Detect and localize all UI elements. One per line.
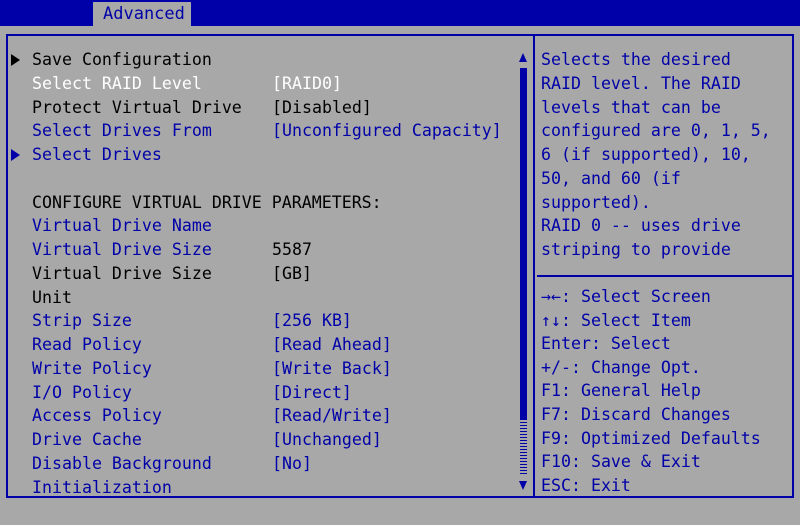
setting-value[interactable]: [256 KB] (272, 310, 352, 332)
setting-value[interactable]: [Unconfigured Capacity] (272, 120, 502, 142)
scrollbar[interactable] (520, 68, 527, 476)
setting-value[interactable]: [Write Back] (272, 358, 392, 380)
key-legend-line: +/-: Change Opt. (541, 357, 701, 377)
setting-row[interactable]: Save Configuration (0, 49, 515, 71)
setting-label: CONFIGURE VIRTUAL DRIVE PARAMETERS: (32, 192, 382, 212)
setting-row[interactable]: Read Policy [Read Ahead] (0, 334, 515, 356)
help-text-line: configured are 0, 1, 5, (541, 121, 771, 141)
key-legend-line: ESC: Exit (541, 475, 631, 495)
key-legend-line: F1: General Help (541, 381, 701, 401)
setting-value[interactable]: [Direct] (272, 382, 352, 404)
scroll-down-arrow-icon[interactable] (519, 481, 527, 490)
help-text-line: RAID 0 -- uses drive (541, 216, 741, 236)
setting-label: Virtual Drive Size (32, 240, 212, 259)
scrollbar-filled (520, 68, 527, 419)
help-text-line: 6 (if supported), 10, (541, 145, 751, 164)
setting-row[interactable]: Select Drives (0, 144, 515, 166)
setting-label: Virtual Drive Name (32, 216, 212, 236)
setting-value[interactable]: [Disabled] (272, 97, 372, 119)
setting-label: Write Policy (32, 358, 152, 378)
setting-label: Save Configuration (32, 50, 212, 69)
setting-value[interactable]: [Unchanged] (272, 429, 382, 451)
setting-label: Read Policy (32, 335, 142, 354)
scrollbar-thumb[interactable] (520, 419, 527, 476)
setting-label: Access Policy (32, 406, 162, 426)
setting-row (0, 168, 515, 190)
setting-row: Protect Virtual Drive [Disabled] (0, 97, 515, 119)
key-legend-line: F10: Save & Exit (541, 452, 701, 472)
help-text-line: striping to provide (541, 240, 731, 259)
setting-value[interactable]: [RAID0] (272, 73, 342, 95)
key-legend-line: Enter: Select (541, 334, 671, 354)
submenu-arrow-icon (11, 149, 20, 161)
setting-row[interactable]: Disable Background [No] (0, 453, 515, 475)
top-menu-bar: Advanced (0, 0, 800, 26)
tab-advanced[interactable]: Advanced (93, 2, 191, 26)
key-legend-line: F9: Optimized Defaults (541, 428, 761, 448)
setting-label: Protect Virtual Drive (32, 97, 242, 117)
setting-row[interactable]: Strip Size [256 KB] (0, 310, 515, 332)
setting-row[interactable]: Initialization (0, 477, 515, 499)
setting-label: Disable Background (32, 453, 212, 473)
help-text-line: supported). (541, 192, 651, 212)
setting-row[interactable]: Virtual Drive Name (0, 215, 515, 237)
setting-row[interactable]: Access Policy [Read/Write] (0, 405, 515, 427)
key-legend-line: F7: Discard Changes (541, 405, 731, 424)
help-text-line: 50, and 60 (if (541, 168, 681, 188)
key-legend-line: →←: Select Screen (541, 287, 711, 306)
setting-row[interactable]: Virtual Drive Size 5587 (0, 239, 515, 261)
setting-row[interactable]: Write Policy [Write Back] (0, 358, 515, 380)
setting-row[interactable]: Select RAID Level [RAID0] (0, 73, 515, 95)
help-text-line: Selects the desired (541, 50, 731, 69)
setting-value[interactable]: [Read Ahead] (272, 334, 392, 356)
setting-label: I/O Policy (32, 382, 132, 402)
help-text-line: levels that can be (541, 97, 721, 117)
setting-label: Unit (32, 287, 72, 307)
setting-value[interactable]: [No] (272, 453, 312, 475)
setting-label: Drive Cache (32, 430, 142, 449)
setting-label: Select Drives (32, 145, 162, 164)
setting-row: Unit (0, 287, 515, 309)
setting-value[interactable]: [GB] (272, 263, 312, 285)
scroll-up-arrow-icon[interactable] (519, 53, 527, 62)
setting-label: Virtual Drive Size (32, 263, 212, 283)
setting-value[interactable]: [Read/Write] (272, 405, 392, 427)
setting-label: Initialization (32, 477, 172, 497)
setting-row[interactable]: Select Drives From [Unconfigured Capacity… (0, 120, 515, 142)
setting-label: Select RAID Level (32, 73, 202, 93)
help-text-line: RAID level. The RAID (541, 73, 741, 93)
setting-value[interactable]: 5587 (272, 239, 312, 261)
help-separator (537, 275, 793, 277)
submenu-arrow-icon (11, 54, 20, 66)
panel-divider (533, 34, 535, 498)
key-legend-line: ↑↓: Select Item (541, 310, 691, 330)
setting-row[interactable]: I/O Policy [Direct] (0, 382, 515, 404)
setting-label: Strip Size (32, 311, 132, 331)
setting-row[interactable]: Drive Cache [Unchanged] (0, 429, 515, 451)
setting-label: Select Drives From (32, 121, 212, 141)
setting-row: Virtual Drive Size [GB] (0, 263, 515, 285)
setting-row: CONFIGURE VIRTUAL DRIVE PARAMETERS: (0, 192, 515, 214)
